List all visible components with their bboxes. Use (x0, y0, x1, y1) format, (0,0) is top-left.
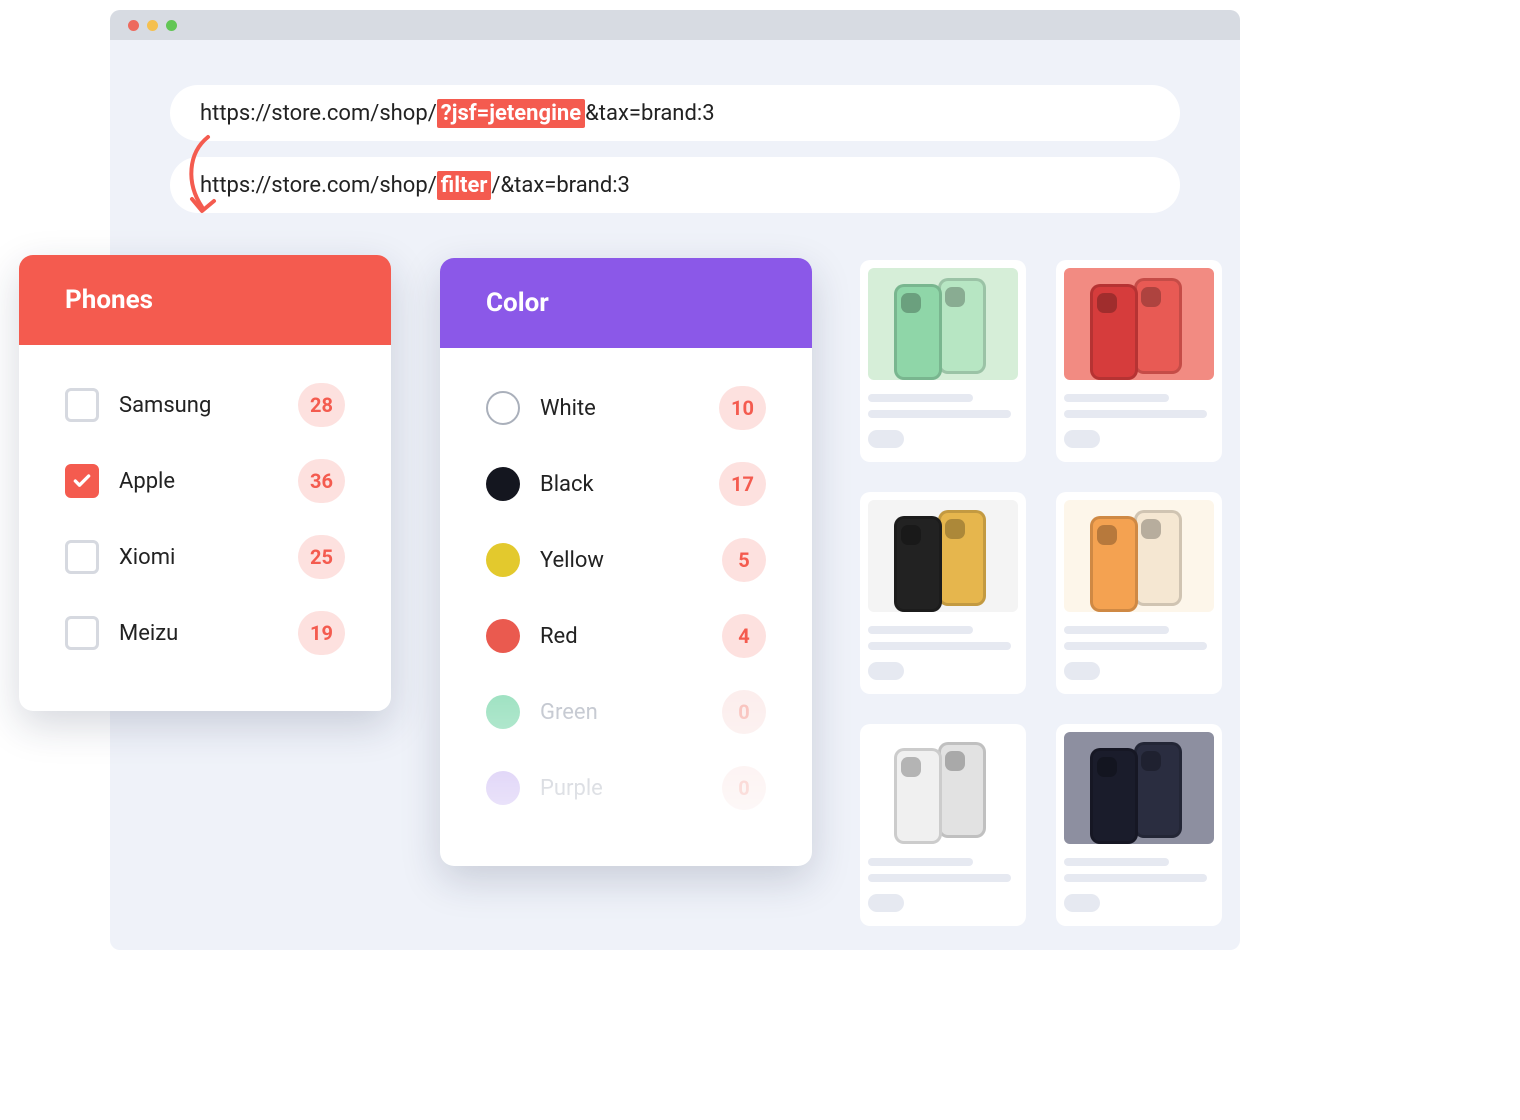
product-card[interactable] (860, 492, 1026, 694)
color-option-white[interactable]: White 10 (468, 370, 784, 446)
color-option-black[interactable]: Black 17 (468, 446, 784, 522)
option-label: Apple (119, 469, 278, 494)
option-count-badge: 0 (722, 766, 766, 810)
option-count-badge: 17 (719, 462, 766, 506)
placeholder-line (1064, 394, 1169, 402)
color-option-yellow[interactable]: Yellow 5 (468, 522, 784, 598)
color-option-red[interactable]: Red 4 (468, 598, 784, 674)
checkbox-icon[interactable] (65, 616, 99, 650)
placeholder-line (868, 410, 1011, 418)
product-card[interactable] (1056, 492, 1222, 694)
option-count-badge: 5 (722, 538, 766, 582)
placeholder-price-pill (868, 662, 904, 680)
filter-header-color: Color (440, 258, 812, 348)
url-before-prefix: https://store.com/shop/ (200, 101, 437, 126)
product-image (1064, 268, 1214, 380)
placeholder-price-pill (868, 430, 904, 448)
placeholder-price-pill (868, 894, 904, 912)
transform-arrow-icon (182, 133, 222, 221)
product-image (868, 500, 1018, 612)
product-card[interactable] (1056, 724, 1222, 926)
option-count-badge: 0 (722, 690, 766, 734)
url-bar-before[interactable]: https://store.com/shop/ ?jsf=jetengine &… (170, 85, 1180, 141)
window-minimize-dot[interactable] (147, 20, 158, 31)
url-after-prefix: https://store.com/shop/ (200, 173, 437, 198)
option-count-badge: 10 (719, 386, 766, 430)
option-count-badge: 28 (298, 383, 345, 427)
option-label: Black (540, 472, 699, 497)
placeholder-price-pill (1064, 430, 1100, 448)
product-card[interactable] (860, 260, 1026, 462)
color-swatch-icon (486, 619, 520, 653)
option-count-badge: 36 (298, 459, 345, 503)
checkbox-icon[interactable] (65, 540, 99, 574)
placeholder-line (1064, 626, 1169, 634)
option-label: Samsung (119, 393, 278, 418)
placeholder-line (868, 858, 973, 866)
option-count-badge: 19 (298, 611, 345, 655)
option-label: Yellow (540, 548, 702, 573)
option-label: Xiomi (119, 545, 278, 570)
product-image (868, 268, 1018, 380)
checkbox-icon[interactable] (65, 388, 99, 422)
color-option-green[interactable]: Green 0 (468, 674, 784, 750)
option-count-badge: 25 (298, 535, 345, 579)
checkbox-icon[interactable] (65, 464, 99, 498)
product-grid (860, 260, 1222, 926)
placeholder-price-pill (1064, 894, 1100, 912)
placeholder-line (868, 394, 973, 402)
url-after-highlight: filter (437, 171, 492, 200)
phones-option-xiomi[interactable]: Xiomi 25 (47, 519, 363, 595)
option-count-badge: 4 (722, 614, 766, 658)
placeholder-line (1064, 858, 1169, 866)
color-swatch-icon (486, 695, 520, 729)
window-maximize-dot[interactable] (166, 20, 177, 31)
url-before-suffix: &tax=brand:3 (585, 101, 714, 126)
color-option-purple[interactable]: Purple 0 (468, 750, 784, 826)
color-swatch-icon (486, 543, 520, 577)
option-label: Meizu (119, 621, 278, 646)
placeholder-line (1064, 410, 1207, 418)
color-swatch-icon (486, 771, 520, 805)
phones-option-samsung[interactable]: Samsung 28 (47, 367, 363, 443)
filter-header-phones: Phones (19, 255, 391, 345)
color-swatch-icon (486, 467, 520, 501)
color-swatch-icon (486, 391, 520, 425)
placeholder-line (1064, 642, 1207, 650)
placeholder-line (868, 642, 1011, 650)
filter-card-color: Color White10Black17Yellow5Red4Green0Pur… (440, 258, 812, 866)
window-close-dot[interactable] (128, 20, 139, 31)
filter-card-phones: Phones Samsung 28 Apple 36 Xiomi 25 Meizu 19 (19, 255, 391, 711)
option-label: White (540, 396, 699, 421)
option-label: Green (540, 700, 702, 725)
product-image (868, 732, 1018, 844)
url-bar-after[interactable]: https://store.com/shop/ filter /&tax=bra… (170, 157, 1180, 213)
product-card[interactable] (1056, 260, 1222, 462)
url-after-suffix: /&tax=brand:3 (491, 173, 630, 198)
product-image (1064, 732, 1214, 844)
placeholder-line (868, 874, 1011, 882)
product-card[interactable] (860, 724, 1026, 926)
product-image (1064, 500, 1214, 612)
url-area: https://store.com/shop/ ?jsf=jetengine &… (110, 40, 1240, 213)
phones-option-meizu[interactable]: Meizu 19 (47, 595, 363, 671)
placeholder-line (1064, 874, 1207, 882)
phones-option-apple[interactable]: Apple 36 (47, 443, 363, 519)
window-titlebar (110, 10, 1240, 40)
option-label: Red (540, 624, 702, 649)
placeholder-price-pill (1064, 662, 1100, 680)
placeholder-line (868, 626, 973, 634)
option-label: Purple (540, 776, 702, 801)
url-before-highlight: ?jsf=jetengine (437, 99, 585, 128)
